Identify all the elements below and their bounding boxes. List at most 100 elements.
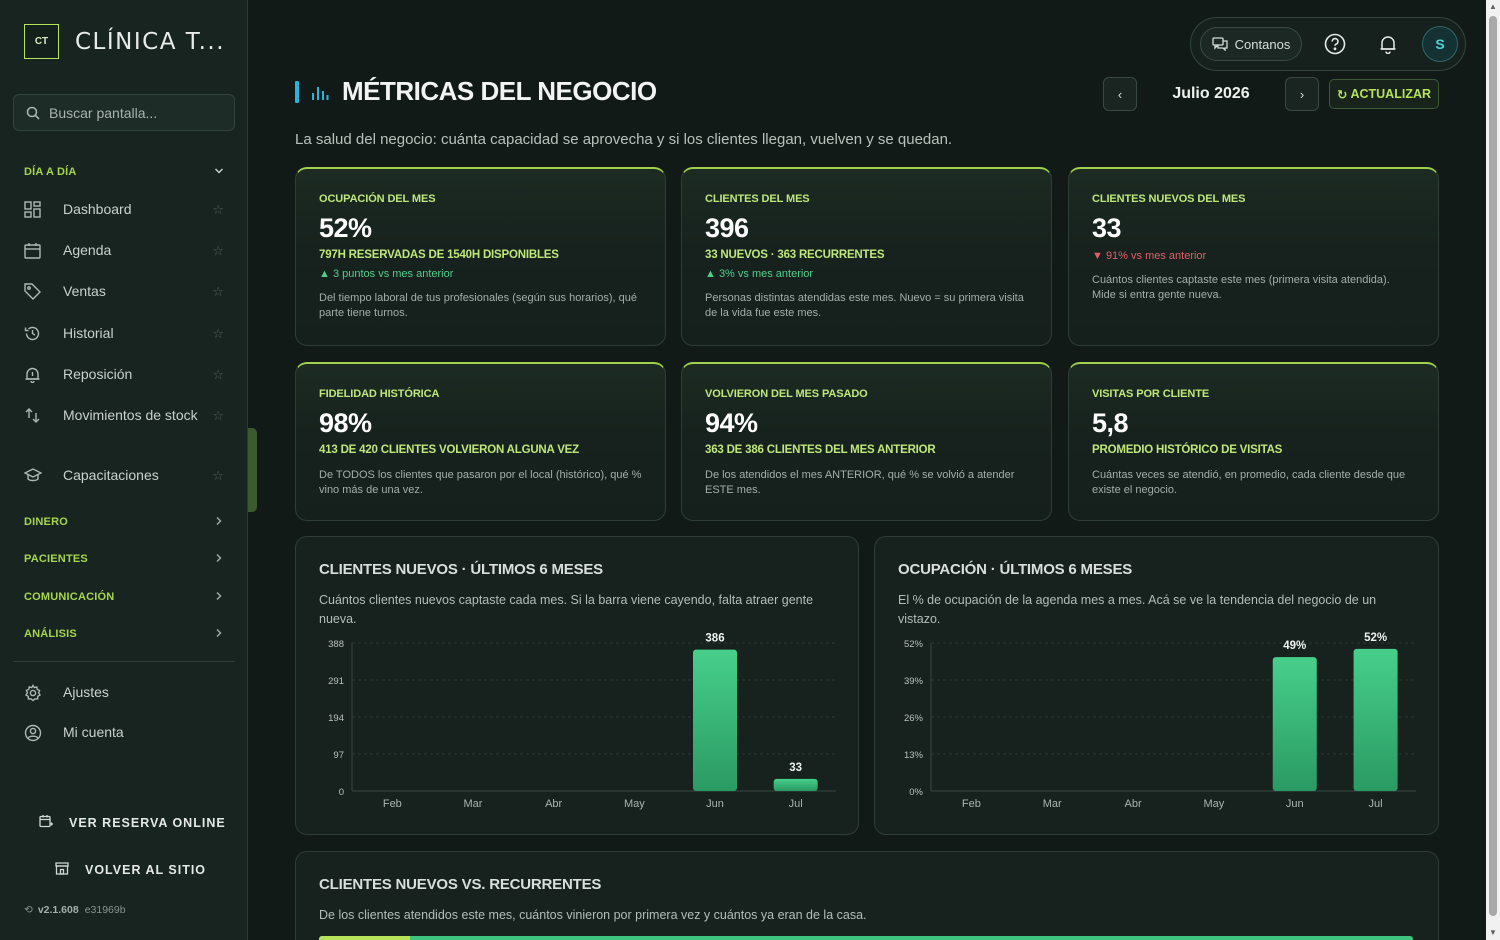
section-dinero[interactable]: DINERO [24,514,224,529]
refresh-button[interactable]: ↻ ACTUALIZAR [1329,79,1439,109]
y-tick-label: 388 [328,639,344,650]
kpi-description: Cuántas veces se atendió, en promedio, c… [1092,469,1406,496]
sidebar-item-label: Ajustes [63,684,109,700]
sidebar-item-capacitaciones[interactable]: Capacitaciones ☆ [24,466,224,485]
chart-description: De los clientes atendidos este mes, cuán… [319,908,867,922]
bell-icon [24,366,52,383]
bar-jul [773,778,818,791]
sidebar-item-ventas[interactable]: Ventas ☆ [24,282,224,301]
store-icon [55,861,69,878]
contact-button[interactable]: Contanos [1200,27,1302,61]
swap-arrows-icon [24,407,52,424]
tag-icon [24,283,52,300]
bar-jun [1272,657,1317,791]
search-icon [26,106,40,120]
sidebar-item-label: Historial [63,325,114,341]
kpi-value: 5,8 [1092,408,1129,438]
kpi-detail: 797H RESERVADAS DE 1540H DISPONIBLES [319,249,559,261]
chart-title: CLIENTES NUEVOS VS. RECURRENTES [319,876,602,893]
data-label: 49% [1283,640,1306,652]
sidebar-item-agenda[interactable]: Agenda ☆ [24,241,224,260]
current-month: Julio 2026 [1172,85,1250,102]
sidebar-item-reposicion[interactable]: Reposición ☆ [24,365,224,384]
brand[interactable]: CT CLÍNICA T... [24,24,225,59]
online-booking-link[interactable]: VER RESERVA ONLINE [39,814,226,831]
kpi-label: CLIENTES NUEVOS DEL MES [1092,193,1246,205]
help-icon[interactable] [1322,31,1348,57]
star-icon[interactable]: ☆ [212,468,224,484]
notifications-bell-icon[interactable] [1375,31,1401,57]
sidebar-item-movimientos[interactable]: Movimientos de stock ☆ [24,406,224,425]
section-label: DINERO [24,515,68,528]
section-analisis[interactable]: ANÁLISIS [24,626,224,641]
kpi-description: De los atendidos el mes ANTERIOR, qué % … [705,469,1015,496]
kpi-card-returned: VOLVIERON DEL MES PASADO 94% 363 DE 386 … [681,362,1052,521]
scrollbar-thumb[interactable] [1489,16,1497,916]
sidebar-resize-handle[interactable] [248,428,257,512]
online-booking-label: VER RESERVA ONLINE [69,815,226,830]
refresh-icon: ↻ [1336,87,1348,102]
star-icon[interactable]: ☆ [212,202,224,218]
data-label: 386 [705,633,724,645]
y-tick-label: 194 [328,713,344,724]
search-input[interactable]: Buscar pantalla... [13,94,235,131]
sidebar-item-label: Capacitaciones [63,467,159,483]
kpi-label: OCUPACIÓN DEL MES [319,193,436,205]
x-tick-label: Feb [962,798,981,810]
y-tick-label: 26% [904,713,924,724]
x-tick-label: May [1204,798,1225,810]
chat-icon [1212,37,1228,51]
kpi-description: Cuántos clientes captaste este mes (prim… [1092,274,1390,301]
x-tick-label: Jul [1369,798,1383,810]
star-icon[interactable]: ☆ [212,326,224,342]
star-icon[interactable]: ☆ [212,243,224,259]
x-tick-label: Abr [545,798,562,810]
page-header: MÉTRICAS DEL NEGOCIO [295,76,657,107]
page-scrollbar[interactable]: ▲ ▼ [1486,0,1500,940]
kpi-trend: ▼ 91% vs mes anterior [1092,250,1207,262]
kpi-label: VOLVIERON DEL MES PASADO [705,388,868,400]
kpi-value: 52% [319,213,372,243]
section-comunicacion[interactable]: COMUNICACIÓN [24,589,224,604]
sidebar-item-historial[interactable]: Historial ☆ [24,324,224,343]
sidebar-item-ajustes[interactable]: Ajustes [24,683,224,702]
kpi-label: FIDELIDAD HISTÓRICA [319,388,440,400]
kpi-value: 33 [1092,213,1122,243]
x-tick-label: Mar [1043,798,1062,810]
sidebar: CT CLÍNICA T... Buscar pantalla... DÍA A… [0,0,248,940]
prev-month-button[interactable]: ‹ [1103,77,1137,111]
chevron-right-icon [214,589,224,604]
section-pacientes[interactable]: PACIENTES [24,551,224,566]
kpi-card-clients: CLIENTES DEL MES 396 33 NUEVOS · 363 REC… [681,167,1052,346]
avatar[interactable]: S [1422,26,1458,62]
graduation-cap-icon [24,467,52,484]
back-to-site-link[interactable]: VOLVER AL SITIO [55,861,206,878]
sidebar-item-mi-cuenta[interactable]: Mi cuenta [24,723,224,742]
sidebar-item-label: Dashboard [63,201,132,217]
kpi-detail: 413 DE 420 CLIENTES VOLVIERON ALGUNA VEZ [319,444,579,456]
gear-icon [24,683,52,702]
next-month-button[interactable]: › [1285,77,1319,111]
page-title: MÉTRICAS DEL NEGOCIO [342,76,657,106]
version-number: v2.1.608 [37,904,79,916]
section-daily[interactable]: DÍA A DÍA [24,164,224,179]
sidebar-item-label: Mi cuenta [63,724,124,740]
kpi-card-occupancy: OCUPACIÓN DEL MES 52% 797H RESERVADAS DE… [295,167,666,346]
kpi-card-new-clients: CLIENTES NUEVOS DEL MES 33 ▼ 91% vs mes … [1068,167,1439,346]
kpi-description: Del tiempo laboral de tus profesionales … [319,292,637,319]
sidebar-item-label: Agenda [63,242,112,258]
kpi-detail: 363 DE 386 CLIENTES DEL MES ANTERIOR [705,444,936,456]
kpi-trend: ▲ 3 puntos vs mes anterior [319,268,454,280]
title-accent-bar [295,80,299,103]
star-icon[interactable]: ☆ [212,408,224,424]
star-icon[interactable]: ☆ [212,367,224,383]
scroll-down-icon[interactable]: ▼ [1489,928,1497,937]
kpi-description: De TODOS los clientes que pasaron por el… [319,469,642,496]
occupancy-bar-chart: 52% 39% 26% 13% 0% Feb Mar Abr May 49% Jun 52% Jul [904,632,1416,810]
scroll-up-icon[interactable]: ▲ [1489,2,1497,11]
sidebar-item-dashboard[interactable]: Dashboard ☆ [24,200,224,219]
kpi-value: 94% [705,408,758,438]
star-icon[interactable]: ☆ [212,284,224,300]
kpi-card-loyalty: FIDELIDAD HISTÓRICA 98% 413 DE 420 CLIEN… [295,362,666,521]
new-clients-segment [319,936,411,940]
